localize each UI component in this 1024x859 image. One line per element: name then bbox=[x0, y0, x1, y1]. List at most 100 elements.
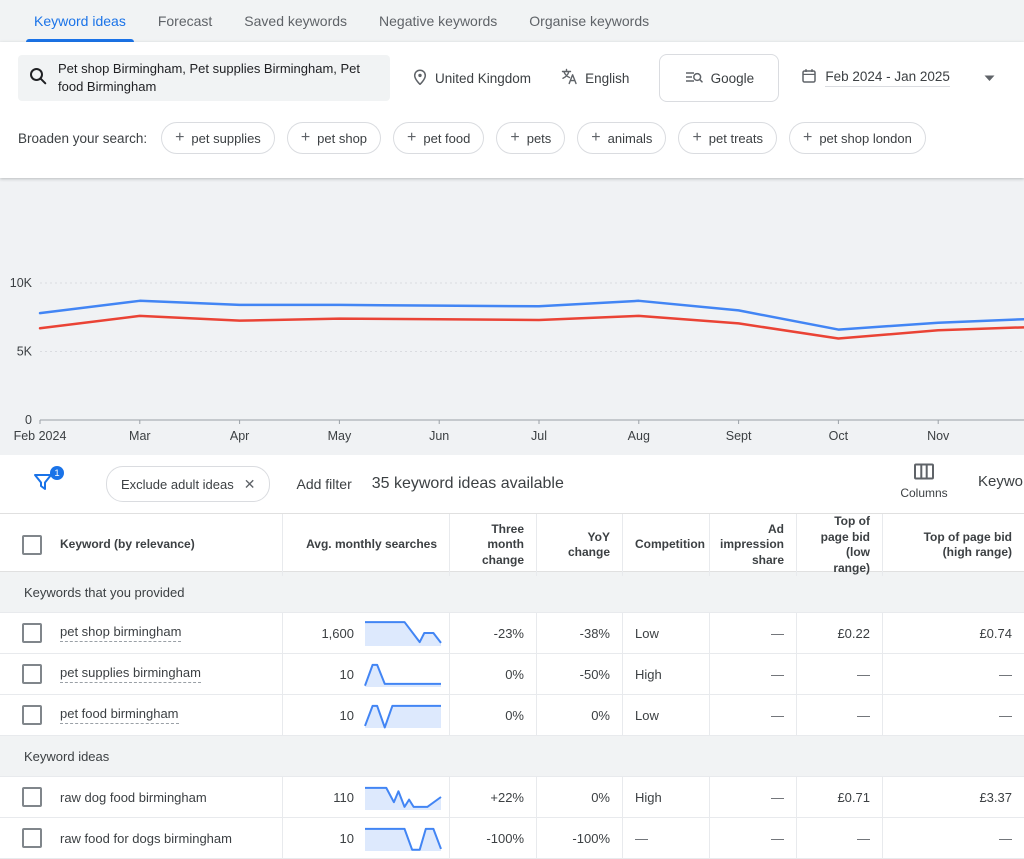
cell-keyword: pet shop birmingham bbox=[0, 613, 283, 653]
keywords-input[interactable]: Pet shop Birmingham, Pet supplies Birmin… bbox=[18, 55, 390, 101]
columns-label: Columns bbox=[900, 486, 947, 500]
svg-text:10K: 10K bbox=[10, 276, 33, 290]
language-value: English bbox=[585, 71, 629, 86]
sparkline bbox=[363, 618, 443, 648]
row-checkbox[interactable] bbox=[22, 705, 42, 725]
svg-text:Mar: Mar bbox=[129, 429, 151, 443]
cell-bid-high: £3.37 bbox=[883, 777, 1024, 817]
keyword-link[interactable]: raw food for dogs birmingham bbox=[60, 831, 232, 846]
network-selector[interactable]: Google bbox=[659, 54, 779, 102]
keywords-input-value: Pet shop Birmingham, Pet supplies Birmin… bbox=[58, 60, 380, 95]
date-range-selector[interactable]: Feb 2024 - Jan 2025 bbox=[801, 68, 995, 89]
broaden-chip-pet-shop-london[interactable]: +pet shop london bbox=[789, 122, 926, 154]
trend-chart-section: 10K5K0Feb 2024MarAprMayJunJulAugSeptOctN… bbox=[0, 178, 1024, 455]
header-competition[interactable]: Competition bbox=[623, 514, 710, 576]
plus-icon: + bbox=[692, 130, 701, 146]
select-all-checkbox[interactable] bbox=[22, 535, 42, 555]
table-row[interactable]: raw dog food birmingham 110 +22% 0% High… bbox=[0, 777, 1024, 818]
sparkline bbox=[363, 823, 443, 853]
location-selector[interactable]: United Kingdom bbox=[412, 69, 531, 88]
tab-keyword-ideas[interactable]: Keyword ideas bbox=[18, 0, 142, 42]
row-checkbox[interactable] bbox=[22, 664, 42, 684]
tab-negative-keywords[interactable]: Negative keywords bbox=[363, 0, 513, 42]
cell-three-month-change: -23% bbox=[450, 613, 537, 653]
cell-three-month-change: 0% bbox=[450, 695, 537, 735]
keyword-view-selector[interactable]: Keywor bbox=[978, 473, 1024, 490]
plus-icon: + bbox=[803, 130, 812, 146]
row-checkbox[interactable] bbox=[22, 623, 42, 643]
cell-bid-high: — bbox=[883, 695, 1024, 735]
broaden-chip-animals[interactable]: +animals bbox=[577, 122, 666, 154]
sparkline bbox=[363, 659, 443, 689]
results-panel: 1 Exclude adult ideas ✕ Add filter 35 ke… bbox=[0, 455, 1024, 852]
plus-icon: + bbox=[510, 130, 519, 146]
broaden-search-row: Broaden your search: +pet supplies +pet … bbox=[0, 114, 1024, 162]
network-value: Google bbox=[711, 71, 755, 86]
keyword-link[interactable]: pet food birmingham bbox=[60, 706, 179, 724]
cell-yoy-change: -38% bbox=[537, 613, 623, 653]
search-icon bbox=[28, 66, 48, 91]
section-keyword-ideas: Keyword ideas bbox=[0, 736, 1024, 777]
cell-keyword: raw food for dogs birmingham bbox=[0, 818, 283, 858]
cell-ad-impression-share: — bbox=[710, 613, 797, 653]
table-row[interactable]: raw food for dogs birmingham 10 -100% -1… bbox=[0, 818, 1024, 859]
broaden-chip-pet-food[interactable]: +pet food bbox=[393, 122, 484, 154]
broaden-chip-pet-shop[interactable]: +pet shop bbox=[287, 122, 381, 154]
filter-count-badge: 1 bbox=[50, 466, 64, 480]
table-row[interactable]: pet supplies birmingham 10 0% -50% High … bbox=[0, 654, 1024, 695]
svg-text:Feb 2024: Feb 2024 bbox=[14, 429, 67, 443]
sparkline bbox=[363, 782, 443, 812]
filter-chip-label: Exclude adult ideas bbox=[121, 477, 234, 492]
broaden-chip-pets[interactable]: +pets bbox=[496, 122, 565, 154]
language-selector[interactable]: English bbox=[561, 68, 629, 88]
cell-ad-impression-share: — bbox=[710, 695, 797, 735]
cell-ad-impression-share: — bbox=[710, 818, 797, 858]
cell-three-month-change: -100% bbox=[450, 818, 537, 858]
svg-text:Sept: Sept bbox=[726, 429, 752, 443]
cell-avg-searches: 10 bbox=[283, 654, 450, 694]
filter-funnel-icon[interactable]: 1 bbox=[32, 471, 58, 497]
header-ad-impression-share[interactable]: Ad impression share bbox=[710, 514, 797, 576]
broaden-label: Broaden your search: bbox=[18, 131, 147, 146]
add-filter-button[interactable]: Add filter bbox=[296, 476, 351, 492]
results-count: 35 keyword ideas available bbox=[372, 475, 564, 493]
header-bid-low[interactable]: Top of page bid (low range) bbox=[797, 514, 883, 576]
broaden-chip-pet-supplies[interactable]: +pet supplies bbox=[161, 122, 275, 154]
cell-bid-low: £0.71 bbox=[797, 777, 883, 817]
table-header-row: Keyword (by relevance) Avg. monthly sear… bbox=[0, 513, 1024, 572]
row-checkbox[interactable] bbox=[22, 787, 42, 807]
cell-competition: — bbox=[623, 818, 710, 858]
chevron-down-icon[interactable] bbox=[984, 69, 995, 87]
tab-organise-keywords[interactable]: Organise keywords bbox=[513, 0, 665, 42]
table-row[interactable]: pet food birmingham 10 0% 0% Low — — — bbox=[0, 695, 1024, 736]
keyword-link[interactable]: raw dog food birmingham bbox=[60, 790, 207, 805]
columns-button[interactable]: Columns bbox=[894, 463, 954, 500]
header-avg-monthly-searches[interactable]: Avg. monthly searches bbox=[283, 514, 450, 576]
svg-text:Aug: Aug bbox=[628, 429, 650, 443]
filter-chip-exclude-adult[interactable]: Exclude adult ideas ✕ bbox=[106, 466, 270, 502]
cell-three-month-change: +22% bbox=[450, 777, 537, 817]
broaden-chip-pet-treats[interactable]: +pet treats bbox=[678, 122, 777, 154]
cell-three-month-change: 0% bbox=[450, 654, 537, 694]
cell-bid-low: — bbox=[797, 695, 883, 735]
svg-text:Jun: Jun bbox=[429, 429, 449, 443]
cell-yoy-change: -50% bbox=[537, 654, 623, 694]
svg-text:Apr: Apr bbox=[230, 429, 249, 443]
cell-yoy-change: 0% bbox=[537, 777, 623, 817]
tab-forecast[interactable]: Forecast bbox=[142, 0, 228, 42]
svg-text:May: May bbox=[328, 429, 352, 443]
cell-ad-impression-share: — bbox=[710, 777, 797, 817]
header-bid-high[interactable]: Top of page bid (high range) bbox=[883, 514, 1024, 576]
close-icon[interactable]: ✕ bbox=[244, 476, 256, 493]
trend-chart: 10K5K0Feb 2024MarAprMayJunJulAugSeptOctN… bbox=[0, 178, 1024, 455]
cell-avg-searches: 1,600 bbox=[283, 613, 450, 653]
header-yoy-change[interactable]: YoY change bbox=[537, 514, 623, 576]
tab-saved-keywords[interactable]: Saved keywords bbox=[228, 0, 363, 42]
keyword-link[interactable]: pet supplies birmingham bbox=[60, 665, 201, 683]
tab-bar: Keyword ideas Forecast Saved keywords Ne… bbox=[0, 0, 1024, 42]
row-checkbox[interactable] bbox=[22, 828, 42, 848]
table-row[interactable]: pet shop birmingham 1,600 -23% -38% Low … bbox=[0, 613, 1024, 654]
keyword-link[interactable]: pet shop birmingham bbox=[60, 624, 181, 642]
header-three-month-change[interactable]: Three month change bbox=[450, 514, 537, 576]
plus-icon: + bbox=[301, 130, 310, 146]
